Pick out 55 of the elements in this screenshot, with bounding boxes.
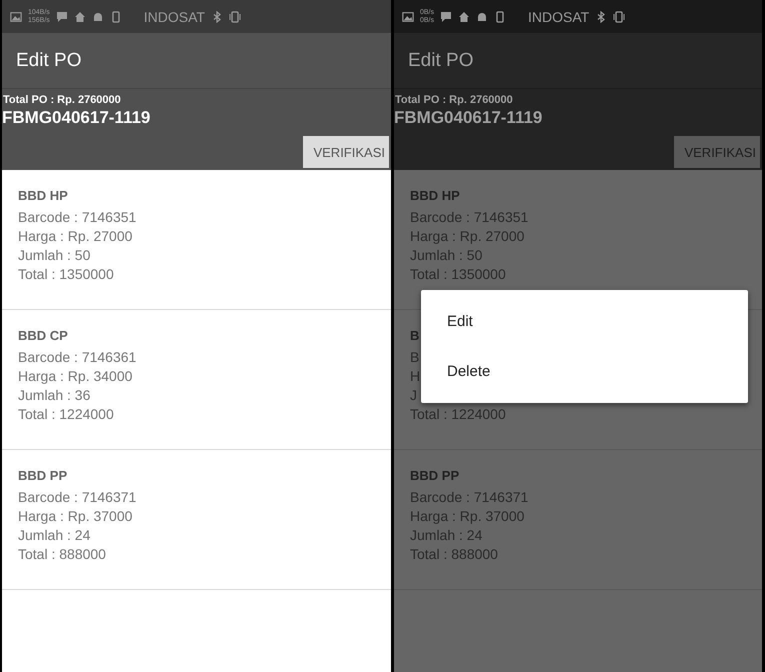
home-icon	[74, 10, 86, 22]
product-detail: Jumlah : 24	[18, 526, 90, 545]
menu-item[interactable]: Delete	[421, 346, 748, 396]
image-icon	[10, 10, 22, 22]
po-total: Total PO : Rp. 2760000	[2, 94, 122, 106]
product-card[interactable]: BBD HP Barcode : 7146351 Harga : Rp. 27000 Jumlah : 50 Total : 1350000	[2, 170, 391, 310]
product-detail: Harga : Rp. 27000	[410, 227, 524, 246]
product-detail: H	[410, 367, 420, 386]
product-name: B	[410, 328, 420, 343]
product-name: BBD HP	[410, 188, 460, 203]
vibrate-icon	[613, 10, 626, 22]
po-total: Total PO : Rp. 2760000	[394, 94, 514, 106]
product-name: BBD PP	[18, 468, 68, 483]
product-detail: Barcode : 7146371	[18, 488, 136, 507]
product-detail: Total : 888000	[18, 545, 106, 564]
product-detail: J	[410, 386, 417, 405]
product-detail: Total : 888000	[410, 545, 498, 564]
po-number: FBMG040617-1119	[394, 108, 544, 128]
product-card[interactable]: BBD CP Barcode : 7146361 Harga : Rp. 34000 Jumlah : 36 Total : 1224000	[2, 310, 391, 450]
screen-title: Edit PO	[16, 50, 82, 72]
screen-title: Edit PO	[408, 50, 474, 72]
product-detail: Barcode : 7146371	[410, 488, 528, 507]
vibrate-icon	[229, 10, 241, 22]
product-detail: Jumlah : 50	[410, 246, 482, 265]
product-detail: Total : 1350000	[410, 265, 506, 284]
bluetooth-icon	[211, 10, 223, 22]
product-detail: Harga : Rp. 37000	[18, 507, 132, 526]
carrier-name: INDOSAT	[528, 8, 590, 24]
phone-icon	[494, 10, 506, 22]
product-detail: B	[410, 348, 420, 367]
product-detail: Total : 1224000	[410, 405, 506, 424]
product-detail: Barcode : 7146351	[18, 208, 136, 227]
product-detail: Harga : Rp. 34000	[18, 367, 132, 386]
chat-icon	[440, 10, 452, 22]
po-number: FBMG040617-1119	[2, 108, 152, 128]
product-detail: Total : 1350000	[18, 265, 114, 284]
product-detail: Jumlah : 50	[18, 246, 90, 265]
chat-icon	[56, 10, 68, 22]
product-detail: Barcode : 7146361	[18, 348, 136, 367]
product-detail: Jumlah : 36	[18, 386, 90, 405]
image-icon	[402, 10, 414, 22]
home-icon	[458, 10, 470, 22]
product-detail: Barcode : 7146351	[410, 208, 528, 227]
product-name: BBD HP	[18, 188, 68, 203]
phone-icon	[110, 10, 122, 22]
verify-button[interactable]: VERIFIKASI	[303, 136, 389, 168]
bluetooth-icon	[595, 10, 608, 22]
product-name: BBD PP	[410, 468, 460, 483]
product-detail: Total : 1224000	[18, 405, 114, 424]
product-detail: Harga : Rp. 27000	[18, 227, 132, 246]
carrier-name: INDOSAT	[144, 8, 205, 24]
product-detail: Harga : Rp. 37000	[410, 507, 524, 526]
product-detail: Jumlah : 24	[410, 526, 482, 545]
product-card[interactable]: BBD PP Barcode : 7146371 Harga : Rp. 37000 Jumlah : 24 Total : 888000	[2, 450, 391, 590]
product-name: BBD CP	[18, 328, 68, 343]
